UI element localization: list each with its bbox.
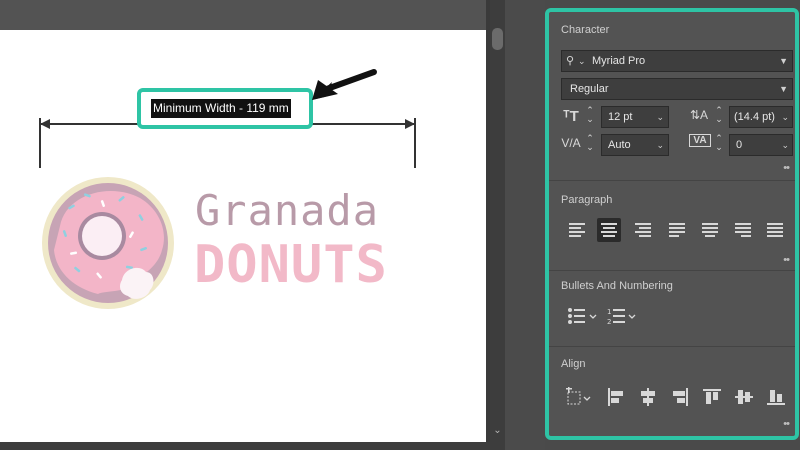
- numbered-list-icon: 1 2: [607, 308, 636, 326]
- font-size-field[interactable]: 12 pt ⌄: [601, 106, 669, 128]
- justify-center-button[interactable]: [698, 218, 722, 242]
- tracking-field[interactable]: 0 ⌄: [729, 134, 793, 156]
- horizontal-scrollbar[interactable]: [0, 442, 490, 450]
- kerning-value: Auto: [608, 139, 631, 151]
- align-right-edges-icon[interactable]: [669, 386, 691, 408]
- dimension-arrow-left-icon: [40, 119, 50, 129]
- tracking-value: 0: [736, 139, 743, 151]
- pointer-arrow-icon: [312, 69, 377, 100]
- brand-name-line-1: Granada: [195, 186, 380, 235]
- align-vertical-centers-icon[interactable]: [733, 386, 755, 408]
- donut-logo-icon: [42, 177, 174, 309]
- font-style-select[interactable]: Regular ▼: [561, 78, 793, 100]
- panel-dock-gap: [505, 0, 545, 450]
- search-icon: ⚲: [565, 55, 575, 67]
- justify-right-button[interactable]: [731, 218, 755, 242]
- align-to-dropdown-button[interactable]: [563, 386, 593, 408]
- chevron-down-icon[interactable]: ⌄: [781, 112, 789, 123]
- align-to-selection-icon: [566, 387, 591, 405]
- properties-panel: Character ⚲ ⌄ Myriad Pro ▼ Regular ▼ ᵀT …: [545, 8, 799, 440]
- justify-left-button[interactable]: [665, 218, 689, 242]
- bullet-list-icon: [568, 308, 597, 324]
- bullets-dropdown-button[interactable]: [567, 306, 601, 326]
- kerning-field[interactable]: Auto ⌄: [601, 134, 669, 156]
- chevron-down-icon[interactable]: ▼: [779, 84, 788, 94]
- font-style-value: Regular: [570, 83, 609, 95]
- align-left-edges-icon[interactable]: [605, 386, 627, 408]
- kerning-icon: V/A: [561, 136, 581, 150]
- align-more-options-icon[interactable]: ••: [783, 418, 790, 430]
- tracking-icon: VA: [689, 134, 711, 147]
- svg-text:1: 1: [607, 308, 611, 316]
- font-size-stepper[interactable]: ⌃ ⌄: [585, 106, 595, 124]
- numbering-dropdown-button[interactable]: 1 2: [607, 306, 641, 326]
- section-divider: [549, 270, 795, 271]
- section-divider: [549, 346, 795, 347]
- align-bottom-edges-icon[interactable]: [765, 386, 787, 408]
- brand-name-line-2: DONUTS: [194, 235, 388, 295]
- scroll-down-icon[interactable]: ⌄: [492, 424, 503, 438]
- chevron-down-icon[interactable]: ▼: [779, 56, 788, 66]
- justify-all-button[interactable]: [763, 218, 787, 242]
- section-divider: [549, 180, 795, 181]
- bullets-section-title: Bullets And Numbering: [561, 280, 673, 292]
- leading-icon: ⇅A: [689, 108, 709, 122]
- chevron-down-icon[interactable]: ⌄: [656, 112, 664, 123]
- align-center-button[interactable]: [597, 218, 621, 242]
- align-horizontal-centers-icon[interactable]: [637, 386, 659, 408]
- scrollbar-thumb[interactable]: [492, 28, 503, 50]
- paragraph-section-title: Paragraph: [561, 194, 613, 206]
- font-search-dropdown-icon[interactable]: ⌄: [578, 56, 586, 67]
- tracking-stepper[interactable]: ⌃ ⌄: [714, 134, 724, 152]
- font-family-value: Myriad Pro: [592, 55, 646, 67]
- chevron-down-icon[interactable]: ⌄: [781, 140, 789, 151]
- align-right-button[interactable]: [631, 218, 655, 242]
- character-section-title: Character: [561, 24, 610, 36]
- vertical-scrollbar[interactable]: [490, 0, 505, 450]
- align-section-title: Align: [561, 358, 586, 370]
- leading-value: (14.4 pt): [734, 111, 775, 123]
- font-size-value: 12 pt: [608, 111, 633, 123]
- dimension-arrow-right-icon: [405, 119, 415, 129]
- svg-text:2: 2: [607, 318, 611, 326]
- font-size-icon: ᵀT: [563, 108, 579, 125]
- character-more-options-icon[interactable]: ••: [783, 162, 790, 174]
- font-family-select[interactable]: ⚲ ⌄ Myriad Pro ▼: [561, 50, 793, 72]
- leading-stepper[interactable]: ⌃ ⌄: [714, 106, 724, 124]
- kerning-stepper[interactable]: ⌃ ⌄: [585, 134, 595, 152]
- paragraph-more-options-icon[interactable]: ••: [783, 254, 790, 266]
- align-top-edges-icon[interactable]: [701, 386, 723, 408]
- align-left-button[interactable]: [565, 218, 589, 242]
- chevron-down-icon[interactable]: ⌄: [656, 140, 664, 151]
- leading-field[interactable]: (14.4 pt) ⌄: [729, 106, 793, 128]
- minimum-width-label[interactable]: Minimum Width - 119 mm: [151, 99, 291, 118]
